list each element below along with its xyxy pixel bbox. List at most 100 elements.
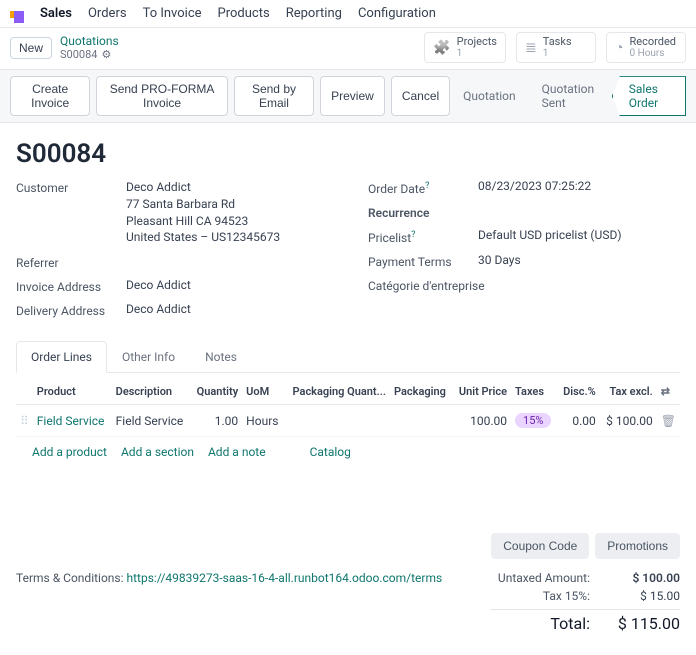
line-taxes[interactable]: 15% (511, 405, 557, 437)
tab-other-info[interactable]: Other Info (107, 341, 190, 373)
tab-order-lines[interactable]: Order Lines (16, 341, 107, 373)
stat-tasks-value: 1 (543, 48, 572, 59)
line-quantity[interactable]: 1.00 (191, 405, 243, 437)
col-product[interactable]: Product (33, 379, 112, 405)
nav-reporting[interactable]: Reporting (286, 6, 342, 21)
columns-adjust-icon[interactable]: ⇄ (661, 385, 670, 398)
col-uom[interactable]: UoM (242, 379, 284, 405)
stage-track: Quotation Quotation Sent Sales Order (450, 76, 686, 116)
add-note-link[interactable]: Add a note (208, 445, 266, 459)
new-button[interactable]: New (10, 37, 52, 59)
app-logo (10, 5, 24, 23)
col-packaging[interactable]: Packaging (390, 379, 452, 405)
send-proforma-button[interactable]: Send PRO-FORMA Invoice (96, 76, 228, 116)
left-column: Customer Deco Addict 77 Santa Barbara Rd… (16, 179, 328, 326)
pricelist-help-icon[interactable]: ? (411, 230, 415, 240)
line-description[interactable]: Field Service (112, 405, 191, 437)
tab-notes[interactable]: Notes (190, 341, 252, 373)
add-product-link[interactable]: Add a product (32, 445, 107, 459)
preview-button[interactable]: Preview (320, 76, 385, 116)
stage-sales-order[interactable]: Sales Order (612, 76, 686, 116)
delivery-address-value[interactable]: Deco Addict (126, 302, 328, 316)
stat-recorded-value: 0 Hours (629, 48, 676, 59)
nav-configuration[interactable]: Configuration (358, 6, 436, 21)
customer-addr-line1: 77 Santa Barbara Rd (126, 196, 328, 213)
customer-addr-line3: United States – US12345673 (126, 229, 328, 246)
top-nav: Sales Orders To Invoice Products Reporti… (0, 0, 696, 28)
nav-orders[interactable]: Orders (88, 6, 127, 21)
total-label: Total: (490, 614, 590, 633)
line-unit-price[interactable]: 100.00 (452, 405, 511, 437)
terms-and-conditions: Terms & Conditions: https://49839273-saa… (16, 571, 442, 585)
col-disc[interactable]: Disc.% (557, 379, 599, 405)
coupon-code-button[interactable]: Coupon Code (491, 533, 589, 559)
stage-quotation-sent[interactable]: Quotation Sent (529, 76, 612, 116)
pricelist-value[interactable]: Default USD pricelist (USD) (478, 228, 680, 242)
company-category-label: Catégorie d'entreprise (368, 277, 518, 293)
form-content: S00084 Customer Deco Addict 77 Santa Bar… (0, 123, 696, 655)
stat-tasks-label: Tasks (543, 36, 572, 48)
untaxed-label: Untaxed Amount: (490, 571, 590, 585)
stat-recorded[interactable]: Recorded 0 Hours (606, 32, 686, 63)
page-title: S00084 (16, 139, 680, 169)
col-packaging-qty[interactable]: Packaging Quant... (284, 379, 390, 405)
trash-icon[interactable]: 🗑 (661, 414, 676, 428)
tax-value: $ 15.00 (610, 589, 680, 603)
action-bar: Create Invoice Send PRO-FORMA Invoice Se… (0, 69, 696, 123)
promotions-button[interactable]: Promotions (595, 533, 680, 559)
line-product[interactable]: Field Service (37, 414, 105, 428)
col-description[interactable]: Description (112, 379, 191, 405)
puzzle-icon (433, 41, 450, 55)
nav-products[interactable]: Products (218, 6, 270, 21)
stat-projects-label: Projects (457, 36, 497, 48)
line-packaging-qty[interactable] (284, 405, 390, 437)
tax-badge[interactable]: 15% (515, 413, 551, 428)
promo-buttons: Coupon Code Promotions (16, 533, 680, 559)
col-quantity[interactable]: Quantity (191, 379, 243, 405)
recurrence-label: Recurrence (368, 204, 478, 220)
terms-link[interactable]: https://49839273-saas-16-4-all.runbot164… (127, 571, 443, 585)
customer-addr-line2: Pleasant Hill CA 94523 (126, 213, 328, 230)
catalog-link[interactable]: Catalog (310, 445, 351, 459)
order-date-value[interactable]: 08/23/2023 07:25:22 (478, 179, 680, 193)
invoice-address-label: Invoice Address (16, 278, 126, 294)
line-actions: Add a product Add a section Add a note C… (16, 437, 680, 463)
nav-sales[interactable]: Sales (40, 6, 72, 21)
table-row[interactable]: ⠿ Field Service Field Service 1.00 Hours… (16, 405, 680, 437)
line-disc[interactable]: 0.00 (557, 405, 599, 437)
order-date-label: Order Date? (368, 179, 478, 196)
col-taxes[interactable]: Taxes (511, 379, 557, 405)
send-email-button[interactable]: Send by Email (234, 76, 314, 116)
delivery-address-label: Delivery Address (16, 302, 126, 318)
breadcrumb-current: S00084 (60, 48, 97, 61)
gear-icon[interactable] (101, 48, 111, 61)
stat-projects[interactable]: Projects 1 (424, 32, 506, 63)
payment-terms-value[interactable]: 30 Days (478, 253, 680, 267)
stat-tasks[interactable]: Tasks 1 (516, 32, 596, 63)
breadcrumb-parent[interactable]: Quotations (60, 34, 119, 48)
terms-label: Terms & Conditions: (16, 571, 127, 585)
stat-recorded-label: Recorded (629, 36, 676, 48)
clock-icon (615, 41, 623, 55)
line-tax-excl: $ 100.00 (600, 405, 657, 437)
nav-to-invoice[interactable]: To Invoice (143, 6, 202, 21)
pricelist-label: Pricelist? (368, 228, 478, 245)
stat-projects-value: 1 (457, 48, 497, 59)
add-section-link[interactable]: Add a section (121, 445, 194, 459)
col-unit-price[interactable]: Unit Price (452, 379, 511, 405)
create-invoice-button[interactable]: Create Invoice (10, 76, 90, 116)
stage-quotation[interactable]: Quotation (450, 83, 528, 109)
untaxed-value: $ 100.00 (610, 571, 680, 585)
line-uom[interactable]: Hours (242, 405, 284, 437)
cancel-button[interactable]: Cancel (391, 76, 450, 116)
line-packaging[interactable] (390, 405, 452, 437)
list-icon (525, 41, 537, 55)
customer-link[interactable]: Deco Addict (126, 179, 328, 196)
order-date-help-icon[interactable]: ? (425, 181, 429, 191)
invoice-address-value[interactable]: Deco Addict (126, 278, 328, 292)
drag-handle-icon[interactable]: ⠿ (16, 405, 33, 437)
referrer-label: Referrer (16, 254, 126, 270)
tabs: Order Lines Other Info Notes (16, 340, 680, 373)
tax-label: Tax 15%: (490, 589, 590, 603)
col-tax-excl[interactable]: Tax excl. (600, 379, 657, 405)
